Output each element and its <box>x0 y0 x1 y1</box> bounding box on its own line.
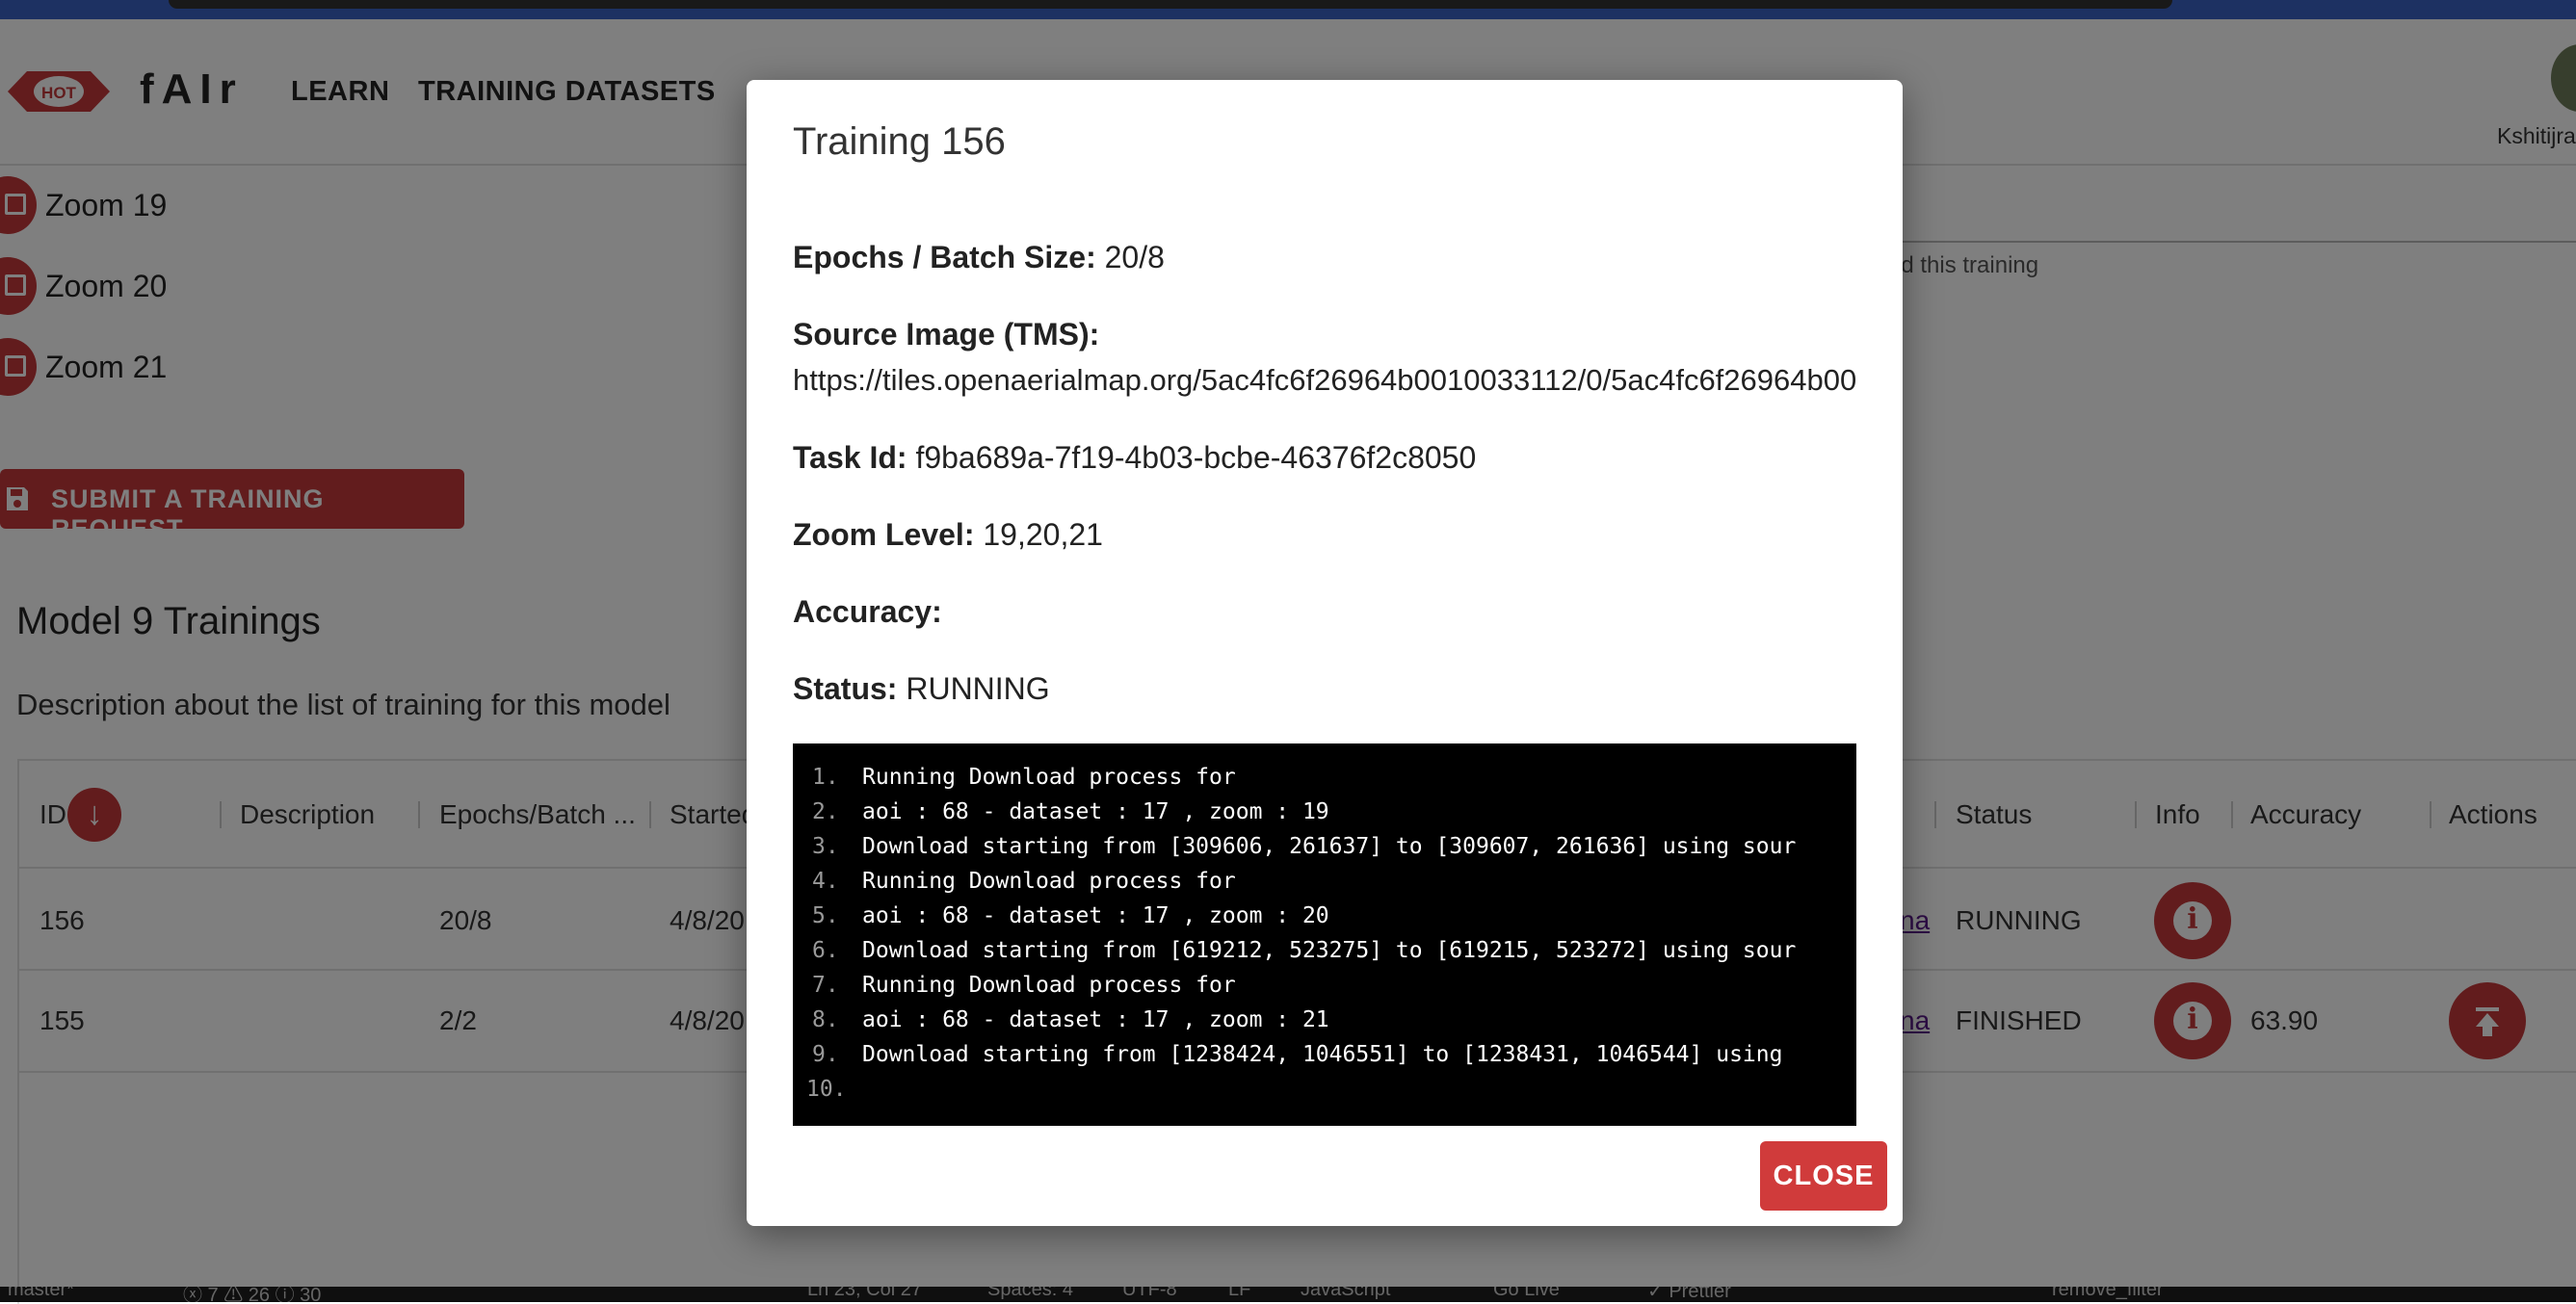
task-id-field: Task Id: f9ba689a-7f19-4b03-bcbe-46376f2… <box>793 440 1476 476</box>
epochs-field: Epochs / Batch Size: 20/8 <box>793 240 1165 275</box>
epochs-value: 20/8 <box>1104 240 1165 274</box>
source-url: https://tiles.openaerialmap.org/5ac4fc6f… <box>793 363 1857 397</box>
zoom-level-value: 19,20,21 <box>983 517 1103 552</box>
status-value: RUNNING <box>906 671 1050 706</box>
accuracy-field: Accuracy: <box>793 594 942 630</box>
status-field: Status: RUNNING <box>793 671 1050 707</box>
training-details-dialog: Training 156 Epochs / Batch Size: 20/8 S… <box>747 80 1903 1226</box>
close-button[interactable]: CLOSE <box>1760 1141 1887 1211</box>
accuracy-label: Accuracy: <box>793 594 942 629</box>
dialog-title: Training 156 <box>793 120 1006 163</box>
status-label: Status: <box>793 671 898 706</box>
epochs-label: Epochs / Batch Size: <box>793 240 1096 274</box>
task-id-label: Task Id: <box>793 440 907 475</box>
source-label: Source Image (TMS): <box>793 317 1100 352</box>
task-id-value: f9ba689a-7f19-4b03-bcbe-46376f2c8050 <box>915 440 1477 475</box>
zoom-level-field: Zoom Level: 19,20,21 <box>793 517 1103 553</box>
training-log[interactable]: 1. Running Download process for 2. aoi : 6… <box>793 743 1856 1126</box>
zoom-level-label: Zoom Level: <box>793 517 975 552</box>
